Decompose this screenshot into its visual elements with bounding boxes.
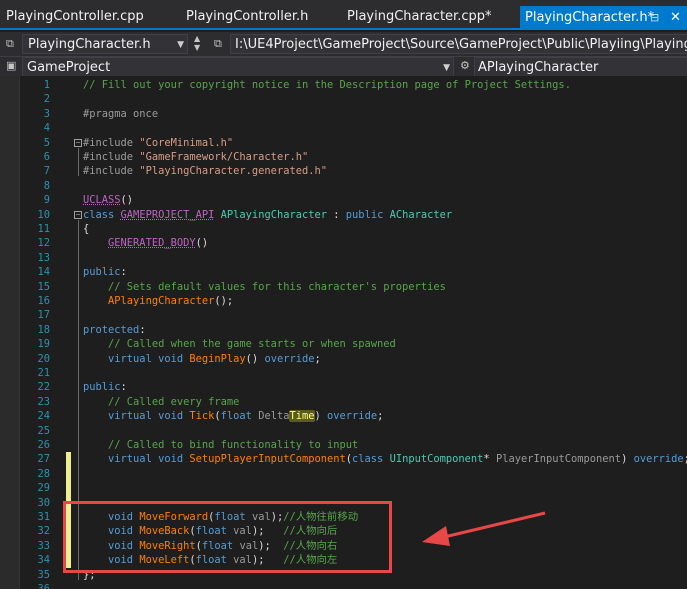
arrow-head (422, 526, 450, 546)
arrow-annotation (422, 511, 546, 546)
arrow-shaft (439, 511, 546, 540)
